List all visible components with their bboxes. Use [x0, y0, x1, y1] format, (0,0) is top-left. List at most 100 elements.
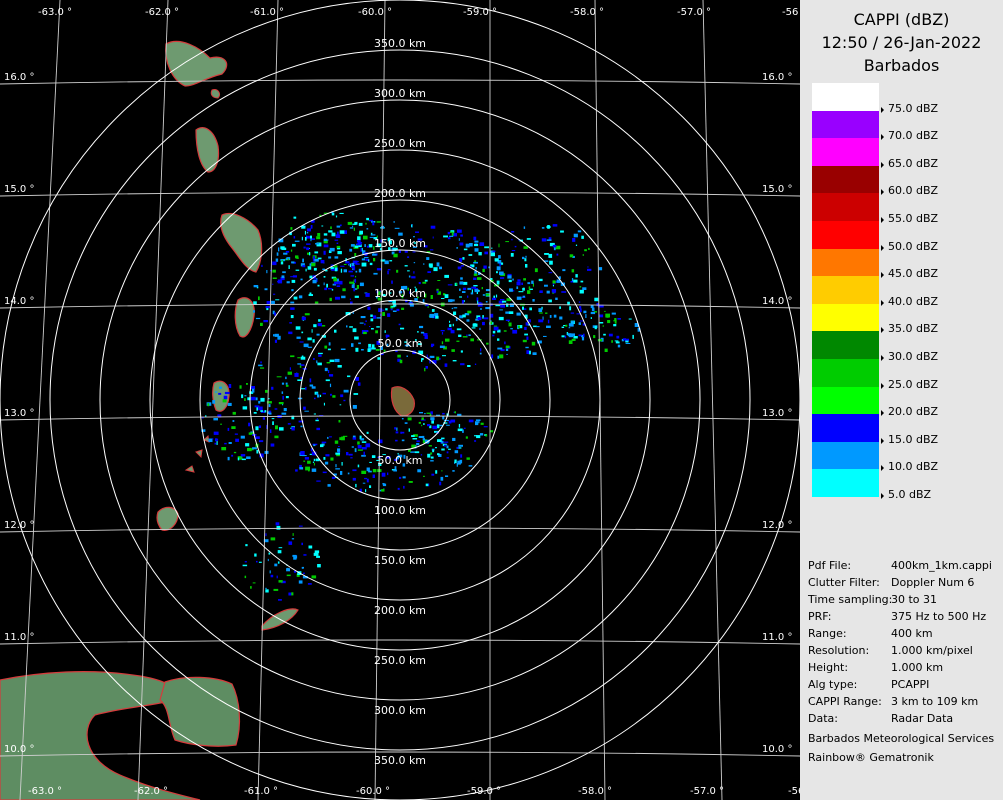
info-value: 400km_1km.cappi	[891, 559, 992, 572]
lon-label: -61.0 °	[244, 786, 278, 797]
legend-tick	[881, 217, 884, 223]
legend-tick	[881, 189, 884, 196]
info-key: Time sampling:	[808, 593, 893, 606]
info-key: Clutter Filter:	[808, 576, 880, 589]
legend-tick	[881, 327, 884, 334]
lat-label: 16.0 °	[762, 72, 792, 83]
legend-tick	[881, 161, 884, 168]
info-key: Resolution:	[808, 644, 870, 657]
range-labels-south: 50.0 km 100.0 km 150.0 km 200.0 km 250.0…	[374, 454, 426, 767]
legend-tick	[881, 382, 884, 389]
legend-label: 10.0 dBZ	[888, 460, 939, 474]
legend-label: 40.0 dBZ	[888, 294, 939, 308]
info-key: CAPPI Range:	[808, 695, 882, 708]
lon-label: -62.0 °	[145, 7, 179, 18]
legend-swatch	[812, 276, 879, 305]
lat-label: 10.0 °	[4, 744, 34, 755]
legend-label: 30.0 dBZ	[888, 350, 939, 363]
lon-label: -62.0 °	[134, 786, 168, 797]
lon-labels-top: -63.0 ° -62.0 ° -61.0 ° -60.0 ° -59.0 ° …	[38, 7, 798, 18]
lat-label: 14.0 °	[4, 296, 34, 307]
legend-swatch	[812, 414, 879, 443]
lat-label: 11.0 °	[762, 632, 792, 643]
lon-label: -59.0 °	[463, 7, 497, 18]
info-value: PCAPPI	[891, 678, 930, 691]
software-label: Rainbow® Gematronik	[808, 751, 934, 764]
lon-label: -59.0 °	[467, 786, 501, 797]
lon-label: -60.0 °	[356, 786, 390, 797]
range-label: 50.0 km	[377, 454, 422, 467]
info-value: 30 to 31	[891, 593, 938, 606]
lat-labels-left: 16.0 ° 15.0 ° 14.0 ° 13.0 ° 12.0 ° 11.0 …	[4, 72, 34, 755]
datetime-title: 12:50 / 26-Jan-2022	[821, 33, 982, 52]
lat-label: 12.0 °	[762, 520, 792, 531]
legend-label: 15.0 dBZ	[888, 432, 939, 446]
legend-tick	[881, 272, 884, 279]
legend-swatch	[812, 221, 879, 249]
legend-tick	[881, 355, 884, 361]
lat-label: 11.0 °	[4, 632, 34, 643]
info-key: Data:	[808, 712, 838, 725]
range-label: 300.0 km	[374, 704, 426, 717]
range-label: 250.0 km	[374, 654, 426, 667]
info-value: Doppler Num 6	[891, 576, 975, 589]
range-label: 100.0 km	[374, 504, 426, 517]
legend-label: 60.0 dBZ	[888, 184, 939, 198]
legend-tick	[881, 465, 884, 472]
lat-label: 12.0 °	[4, 520, 34, 531]
lat-label: 14.0 °	[762, 296, 792, 307]
lon-label: -58.0 °	[570, 7, 604, 18]
range-label: 200.0 km	[374, 187, 426, 200]
lat-label: 13.0 °	[762, 408, 792, 419]
legend-label: 50.0 dBZ	[888, 239, 939, 253]
legend-label: 20.0 dBZ	[888, 405, 939, 419]
lat-label: 15.0 °	[4, 184, 34, 195]
radar-map-canvas: -63.0 ° -62.0 ° -61.0 ° -60.0 ° -59.0 ° …	[0, 0, 800, 800]
legend-tick	[881, 493, 884, 499]
legend-label: 25.0 dBZ	[888, 377, 939, 391]
lon-label: -58.0 °	[578, 786, 612, 797]
lon-label: -61.0 °	[250, 7, 284, 18]
legend-swatch	[812, 469, 879, 498]
legend-label: 65.0 dBZ	[888, 156, 939, 170]
agency-label: Barbados Meteorological Services	[808, 732, 995, 745]
info-key: Pdf File:	[808, 559, 852, 572]
precipitation-echoes	[201, 211, 641, 601]
legend-label: 45.0 dBZ	[888, 267, 939, 281]
legend-swatch	[812, 303, 879, 332]
range-label: 150.0 km	[374, 237, 426, 250]
legend-tick	[881, 299, 884, 306]
legend-tick	[881, 244, 884, 251]
lat-labels-right: 16.0 ° 15.0 ° 14.0 ° 13.0 ° 12.0 ° 11.0 …	[762, 72, 792, 755]
range-label: 250.0 km	[374, 137, 426, 150]
legend-swatch	[812, 193, 879, 222]
lon-label: -60.0 °	[358, 7, 392, 18]
legend-label: 70.0 dBZ	[888, 129, 939, 143]
legend-swatch	[812, 441, 879, 470]
info-key: Alg type:	[808, 678, 858, 691]
legend-swatch	[812, 359, 879, 387]
lon-labels-bottom: -63.0 ° -62.0 ° -61.0 ° -60.0 ° -59.0 ° …	[28, 786, 800, 797]
legend-swatch	[812, 331, 879, 360]
range-label: 100.0 km	[374, 287, 426, 300]
info-value: Radar Data	[891, 712, 954, 725]
legend-label: 75.0 dBZ	[888, 101, 939, 115]
range-label: 150.0 km	[374, 554, 426, 567]
info-value: 400 km	[891, 627, 933, 640]
info-value: 1.000 km	[891, 661, 944, 674]
lat-label: 10.0 °	[762, 744, 792, 755]
land-layer	[0, 40, 415, 800]
legend-tick	[881, 106, 884, 113]
lat-label: 15.0 °	[762, 184, 792, 195]
lon-label: -57.0 °	[690, 786, 724, 797]
lon-label: -63.0 °	[28, 786, 62, 797]
range-label: 50.0 km	[377, 337, 422, 350]
legend-label: 5.0 dBZ	[888, 488, 932, 501]
legend-swatch	[812, 248, 879, 277]
site-title: Barbados	[863, 56, 940, 75]
legend-tick	[881, 437, 884, 444]
radar-map[interactable]: -63.0 ° -62.0 ° -61.0 ° -60.0 ° -59.0 ° …	[0, 0, 800, 800]
range-label: 350.0 km	[374, 754, 426, 767]
info-value: 3 km to 109 km	[891, 695, 979, 708]
lon-label: -57.0 °	[677, 7, 711, 18]
